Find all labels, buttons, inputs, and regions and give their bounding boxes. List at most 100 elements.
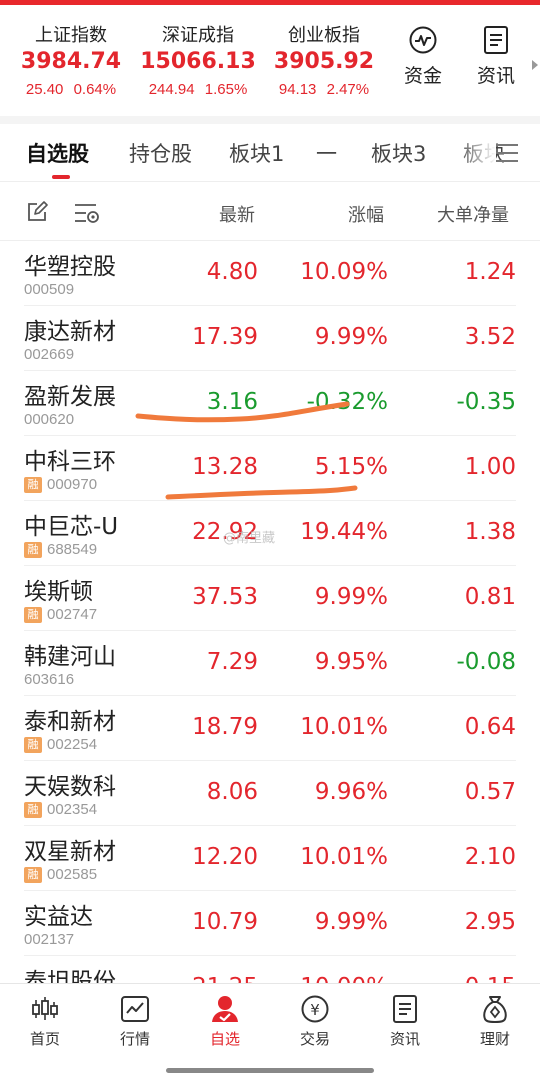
stock-change-pct: 9.99% (314, 584, 388, 610)
nav-watchlist[interactable]: 自选 (180, 994, 270, 1049)
row-divider (24, 435, 516, 436)
nav-trade-label: 交易 (299, 1030, 330, 1048)
fund-flow-button[interactable]: 资金 (393, 25, 453, 101)
stock-code: 000620 (24, 411, 75, 428)
index-change: 244.94 1.65% (148, 81, 248, 98)
stock-net-flow: -0.35 (456, 389, 516, 415)
stock-row[interactable]: 华塑控股 000509 4.80 10.09% 1.24 (0, 241, 540, 306)
column-net-flow[interactable]: 大单净量 (437, 201, 509, 227)
stock-name: 实益达 (24, 904, 93, 930)
row-divider (24, 370, 516, 371)
nav-market-label: 行情 (119, 1030, 150, 1048)
stock-code: 000509 (24, 281, 75, 298)
active-tab-indicator (52, 175, 70, 179)
row-divider (24, 890, 516, 891)
nav-trade[interactable]: ¥ 交易 (270, 994, 360, 1049)
stock-change-pct: 10.00% (300, 974, 388, 983)
stock-code: 002137 (24, 931, 75, 948)
stock-latest-price: 12.20 (192, 844, 258, 870)
stock-net-flow: 1.38 (464, 519, 516, 545)
stock-change-pct: 10.01% (300, 714, 388, 740)
margin-badge: 融 (24, 867, 42, 883)
stock-net-flow: -0.08 (456, 649, 516, 675)
stock-row[interactable]: 康达新材 002669 17.39 9.99% 3.52 (0, 306, 540, 371)
stock-row[interactable]: 泰坦股份 21.25 10.00% 0.15 (0, 956, 540, 983)
stock-name: 双星新材 (24, 839, 116, 865)
stock-name: 天娱数科 (24, 774, 116, 800)
tab-watchlist[interactable]: 自选股 (26, 138, 89, 168)
tab-menu-icon[interactable] (496, 144, 518, 162)
watchlist-stock-list: 泰坦股份 21.25 10.00% 0.15 实益达002137 10.79 9.99% 2.… (0, 241, 540, 983)
stock-net-flow: 0.81 (464, 584, 516, 610)
nav-market[interactable]: 行情 (90, 994, 180, 1049)
stock-name: 华塑控股 (24, 254, 116, 280)
stock-latest-price: 7.29 (206, 649, 258, 675)
stock-row[interactable]: 埃斯顿融 002747 37.53 9.99% 0.81 (0, 566, 540, 631)
tab-fade-overlay (456, 130, 496, 174)
index-value: 3905.92 (273, 49, 375, 74)
stock-row[interactable]: 韩建河山 603616 7.29 9.95% -0.08 (0, 631, 540, 696)
stock-code: 002354 (47, 801, 98, 818)
index-name: 深证成指 (162, 25, 234, 46)
margin-badge: 融 (24, 607, 42, 623)
index-name: 创业板指 (288, 25, 360, 46)
stock-name: 中科三环 (24, 449, 116, 475)
stock-net-flow: 0.15 (465, 974, 516, 983)
stock-name: 盈新发展 (24, 384, 116, 410)
column-header: 最新 涨幅 大单净量 (0, 183, 540, 241)
news-document-icon (393, 995, 417, 1023)
stock-row[interactable]: 盈新发展 000620 3.16 -0.32% -0.35 (0, 371, 540, 436)
stock-change-pct: -0.32% (306, 389, 388, 415)
index-value: 3984.74 (20, 49, 122, 74)
tab-sector-3[interactable]: 板块3 (371, 138, 426, 168)
stock-latest-price: 21.25 (192, 974, 258, 983)
stock-change-pct: 10.01% (300, 844, 388, 870)
index-change: 94.13 2.47% (278, 81, 370, 98)
home-indicator[interactable] (166, 1068, 374, 1073)
stock-change-pct: 5.15% (314, 454, 388, 480)
news-header-label: 资讯 (476, 65, 515, 87)
stock-row[interactable]: 中科三环融 000970 13.28 5.15% 1.00 (0, 436, 540, 501)
scroll-right-icon[interactable] (532, 60, 538, 70)
money-bag-icon (483, 996, 507, 1023)
stock-row[interactable]: 双星新材融 002585 12.20 10.01% 2.10 (0, 826, 540, 891)
tab-holdings[interactable]: 持仓股 (129, 138, 192, 168)
row-divider (24, 955, 516, 956)
stock-code: 002585 (47, 866, 98, 883)
nav-home[interactable]: 首页 (0, 994, 90, 1049)
stock-net-flow: 1.00 (464, 454, 516, 480)
stock-change-pct: 9.99% (314, 909, 388, 935)
stock-code: 000970 (47, 476, 98, 493)
stock-change-pct: 9.99% (314, 324, 388, 350)
column-change-pct[interactable]: 涨幅 (348, 201, 384, 227)
market-chart-icon (121, 996, 149, 1022)
nav-wealth[interactable]: 理财 (450, 994, 540, 1049)
stock-name: 埃斯顿 (24, 579, 93, 605)
news-header-button[interactable]: 资讯 (466, 25, 526, 101)
stock-latest-price: 4.80 (206, 259, 258, 285)
stock-net-flow: 3.52 (464, 324, 516, 350)
stock-name: 康达新材 (24, 319, 116, 345)
column-latest-price[interactable]: 最新 (219, 201, 255, 227)
stock-change-pct: 10.09% (300, 259, 388, 285)
svg-text:¥: ¥ (310, 1001, 320, 1019)
stock-code: 002669 (24, 346, 75, 363)
stock-latest-price: 17.39 (192, 324, 258, 350)
row-divider (24, 500, 516, 501)
home-candles-icon (32, 997, 58, 1020)
edit-icon[interactable] (26, 201, 48, 223)
index-name: 上证指数 (35, 25, 107, 46)
stock-code: 688549 (47, 541, 98, 558)
stock-row[interactable]: 泰和新材融 002254 18.79 10.01% 0.64 (0, 696, 540, 761)
stock-row[interactable]: 实益达 002137 10.79 9.99% 2.95 (0, 891, 540, 956)
stock-row[interactable]: 天娱数科融 002354 8.06 9.96% 0.57 (0, 761, 540, 826)
stock-latest-price: 3.16 (206, 389, 258, 415)
nav-news[interactable]: 资讯 (360, 994, 450, 1049)
index-value: 15066.13 (140, 49, 256, 74)
tab-sector-1[interactable]: 板块1 (229, 138, 284, 168)
tab-sector-2[interactable]: 一 (316, 138, 337, 168)
group-settings-icon[interactable] (74, 202, 100, 224)
stock-net-flow: 2.95 (464, 909, 516, 935)
pulse-chart-icon (409, 26, 437, 54)
stock-latest-price: 8.06 (206, 779, 258, 805)
